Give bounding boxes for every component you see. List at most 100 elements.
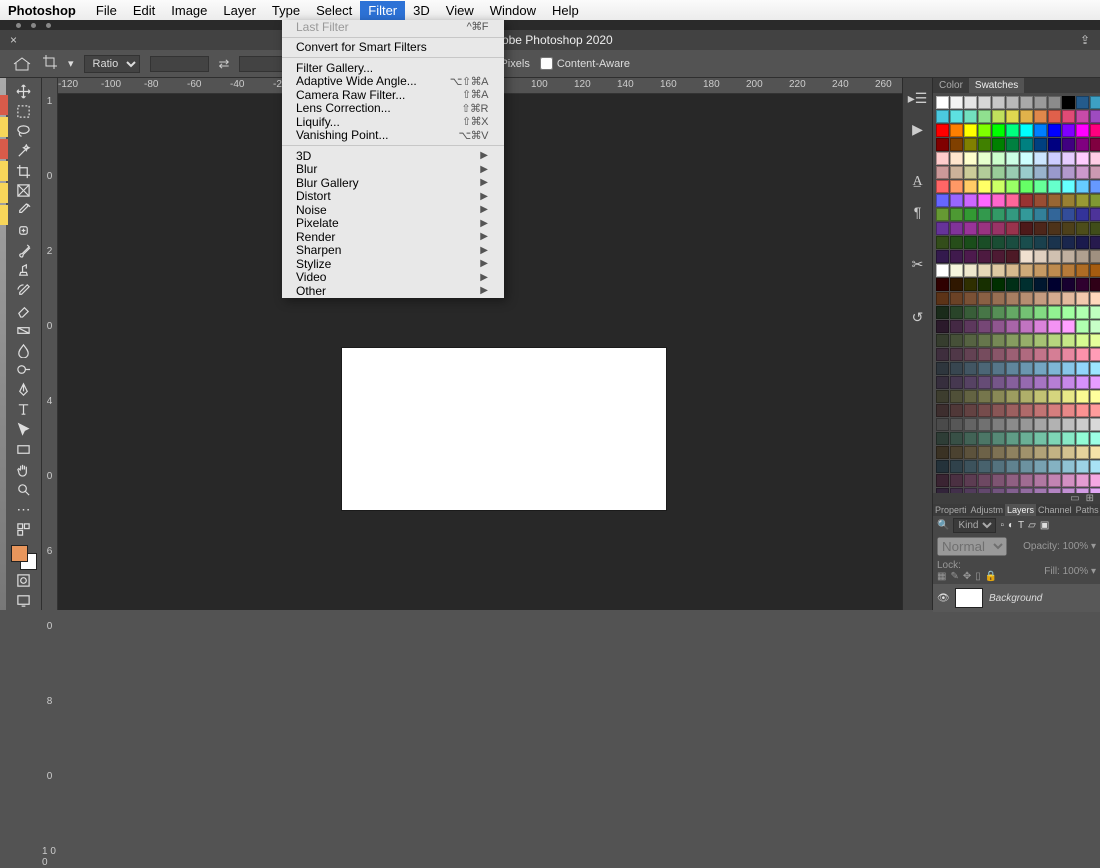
swatch[interactable] xyxy=(1062,460,1075,473)
swatch[interactable] xyxy=(964,96,977,109)
swatch[interactable] xyxy=(1062,292,1075,305)
pen-tool[interactable] xyxy=(10,380,38,399)
menu-vanishing-point-[interactable]: Vanishing Point...⌥⌘V xyxy=(282,129,504,143)
swatch[interactable] xyxy=(1020,250,1033,263)
swatch[interactable] xyxy=(1034,446,1047,459)
swatch[interactable] xyxy=(1062,236,1075,249)
home-icon[interactable] xyxy=(12,56,32,72)
crop-icon[interactable] xyxy=(42,54,58,73)
swatch[interactable] xyxy=(1090,152,1100,165)
swatch[interactable] xyxy=(1090,194,1100,207)
swatch[interactable] xyxy=(978,432,991,445)
swatch[interactable] xyxy=(992,180,1005,193)
ratio-select[interactable]: Ratio xyxy=(84,55,140,73)
swatch[interactable] xyxy=(978,348,991,361)
swatch[interactable] xyxy=(950,180,963,193)
swatch[interactable] xyxy=(1020,138,1033,151)
swatch[interactable] xyxy=(950,446,963,459)
swatch[interactable] xyxy=(1034,180,1047,193)
swatch[interactable] xyxy=(964,152,977,165)
eraser-tool[interactable] xyxy=(10,301,38,320)
swatch[interactable] xyxy=(1076,264,1089,277)
swatch[interactable] xyxy=(1076,180,1089,193)
swatch[interactable] xyxy=(1062,208,1075,221)
swatch[interactable] xyxy=(1090,446,1100,459)
swatch[interactable] xyxy=(978,250,991,263)
swatch[interactable] xyxy=(1020,110,1033,123)
swatch[interactable] xyxy=(1090,376,1100,389)
swatch[interactable] xyxy=(964,208,977,221)
swatch[interactable] xyxy=(1062,348,1075,361)
swatch[interactable] xyxy=(1048,194,1061,207)
swatch[interactable] xyxy=(992,264,1005,277)
swatch[interactable] xyxy=(1048,96,1061,109)
swatch[interactable] xyxy=(950,110,963,123)
swatch[interactable] xyxy=(978,166,991,179)
swatch[interactable] xyxy=(1006,418,1019,431)
swatch[interactable] xyxy=(964,404,977,417)
swatch[interactable] xyxy=(1090,474,1100,487)
search-icon[interactable]: 🔍 xyxy=(937,520,949,531)
fill-value[interactable]: 100% xyxy=(1063,566,1089,577)
swatch[interactable] xyxy=(1006,194,1019,207)
swatch[interactable] xyxy=(1062,96,1075,109)
swatch[interactable] xyxy=(978,124,991,137)
swatch[interactable] xyxy=(1062,278,1075,291)
swatch[interactable] xyxy=(1020,124,1033,137)
swatch[interactable] xyxy=(1006,292,1019,305)
swatch[interactable] xyxy=(936,180,949,193)
swatch[interactable] xyxy=(1090,306,1100,319)
swatch[interactable] xyxy=(1020,362,1033,375)
swatch[interactable] xyxy=(978,96,991,109)
swatch[interactable] xyxy=(1076,460,1089,473)
swatch[interactable] xyxy=(1006,306,1019,319)
menu-liquify-[interactable]: Liquify...⇧⌘X xyxy=(282,115,504,129)
swatch[interactable] xyxy=(1020,334,1033,347)
content-aware-checkbox[interactable]: Content-Aware xyxy=(540,57,630,70)
swatch[interactable] xyxy=(1090,418,1100,431)
swatch[interactable] xyxy=(1034,292,1047,305)
menu-noise[interactable]: Noise▶ xyxy=(282,203,504,217)
swatch[interactable] xyxy=(1006,264,1019,277)
swatch[interactable] xyxy=(978,376,991,389)
swatch[interactable] xyxy=(1034,376,1047,389)
swatch[interactable] xyxy=(978,306,991,319)
swatch[interactable] xyxy=(950,236,963,249)
swatch[interactable] xyxy=(992,194,1005,207)
swatch[interactable] xyxy=(1076,278,1089,291)
swatch[interactable] xyxy=(978,180,991,193)
swatch[interactable] xyxy=(1048,432,1061,445)
swatch[interactable] xyxy=(936,362,949,375)
swatch[interactable] xyxy=(936,376,949,389)
swatch[interactable] xyxy=(1048,334,1061,347)
layer-background[interactable]: 👁 Background xyxy=(933,584,1100,612)
swatch[interactable] xyxy=(964,446,977,459)
swatch[interactable] xyxy=(1048,208,1061,221)
swatch[interactable] xyxy=(1076,446,1089,459)
swatch[interactable] xyxy=(964,236,977,249)
swatch[interactable] xyxy=(978,320,991,333)
swatch[interactable] xyxy=(992,208,1005,221)
swatch[interactable] xyxy=(936,446,949,459)
menu-3d[interactable]: 3D xyxy=(405,1,438,20)
lock-artboard-icon[interactable]: ▯ xyxy=(975,571,981,582)
ruler-vertical[interactable]: 10204060801 0 0 xyxy=(42,78,58,610)
swatch[interactable] xyxy=(1090,124,1100,137)
type-tool[interactable] xyxy=(10,400,38,419)
swatch[interactable] xyxy=(1048,222,1061,235)
swatch[interactable] xyxy=(964,292,977,305)
swatch[interactable] xyxy=(1020,474,1033,487)
swatch[interactable] xyxy=(1034,306,1047,319)
menu-sharpen[interactable]: Sharpen▶ xyxy=(282,244,504,258)
swatch[interactable] xyxy=(1076,348,1089,361)
swatch[interactable] xyxy=(978,292,991,305)
swatch[interactable] xyxy=(1048,348,1061,361)
menu-filter[interactable]: Filter xyxy=(360,1,405,20)
swatch[interactable] xyxy=(1034,222,1047,235)
swatch[interactable] xyxy=(1062,166,1075,179)
menu-file[interactable]: File xyxy=(88,1,125,20)
swatch[interactable] xyxy=(1076,110,1089,123)
swatch[interactable] xyxy=(992,110,1005,123)
swatch[interactable] xyxy=(992,138,1005,151)
swatch[interactable] xyxy=(1020,390,1033,403)
